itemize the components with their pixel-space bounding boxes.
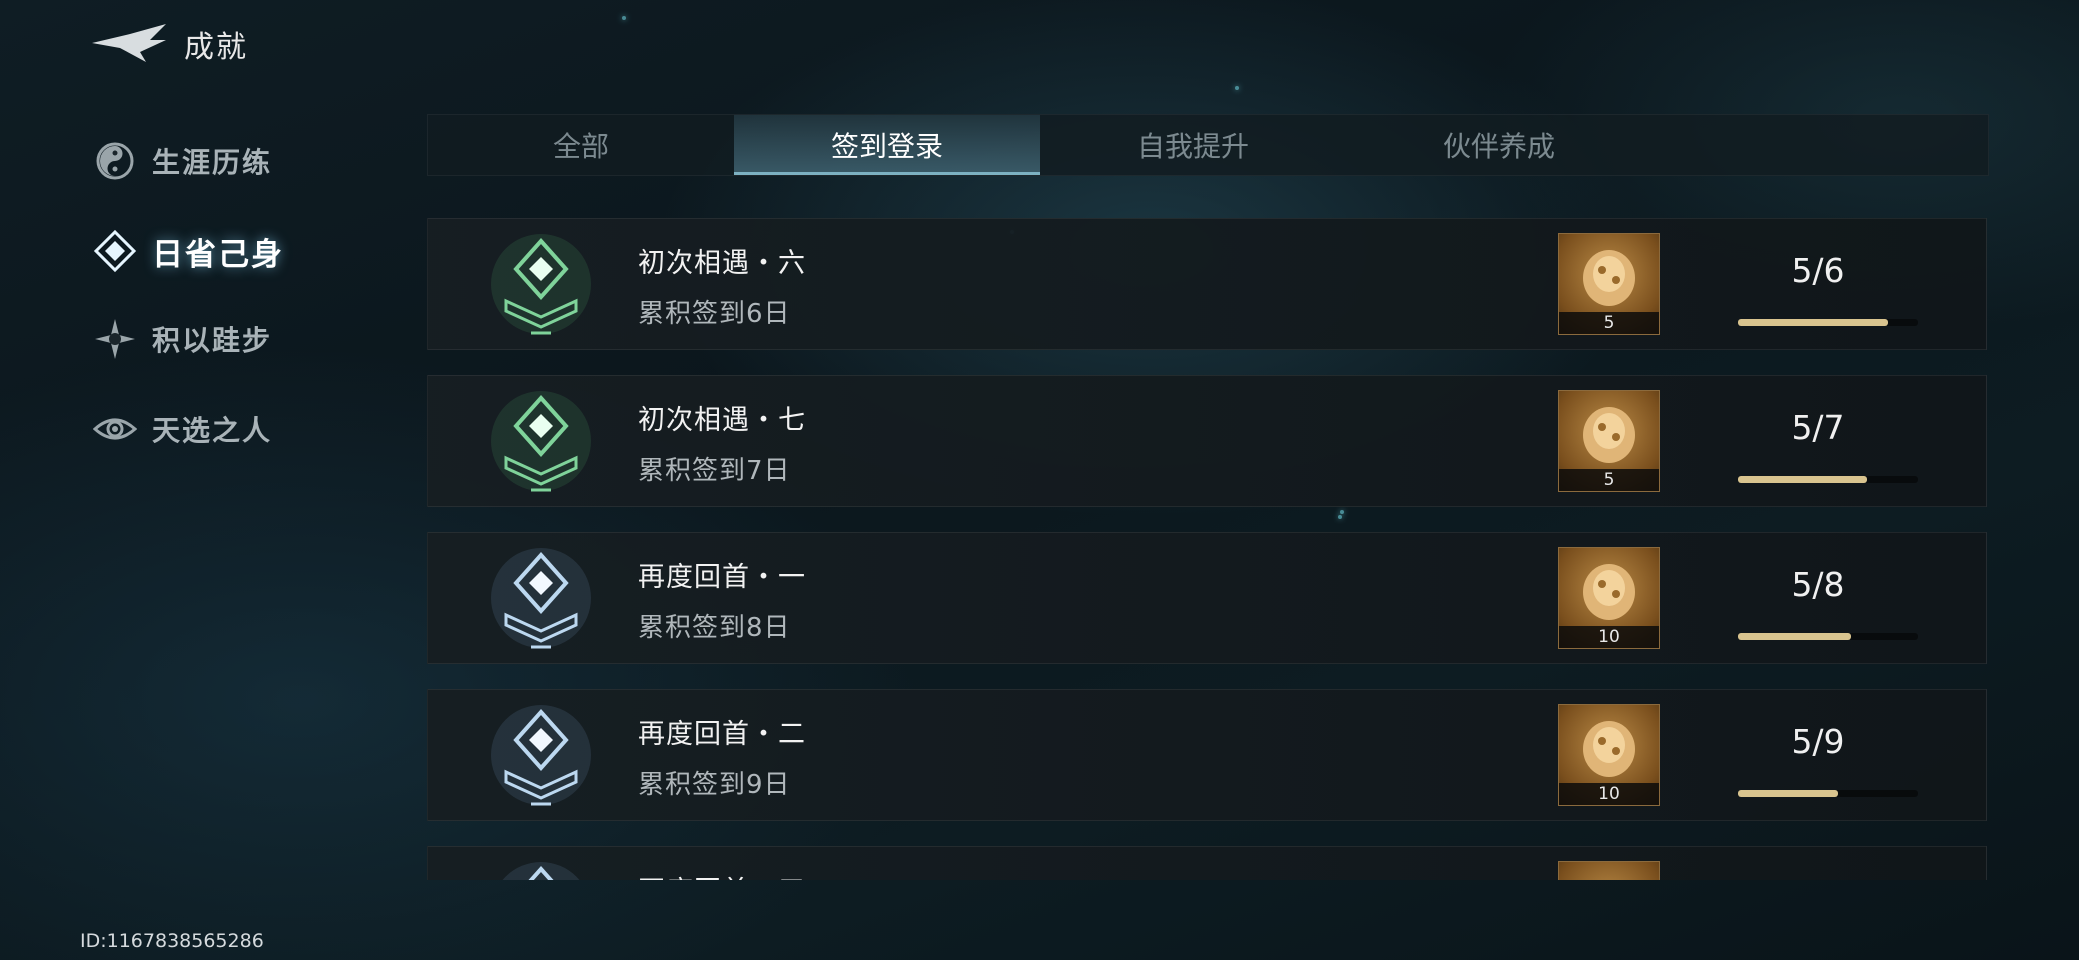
sidebar-item-label: 日省己身	[152, 236, 284, 273]
achievement-card: 再度回首・三	[427, 846, 1987, 880]
progress-fill	[1738, 476, 1867, 483]
star-compass-icon	[92, 316, 138, 362]
sidebar-item-label: 积以跬步	[152, 324, 273, 357]
achievement-card: 初次相遇・七 累积签到7日 5 5/7	[427, 375, 1987, 507]
progress-bar	[1738, 476, 1918, 483]
achievement-badge-icon	[486, 229, 596, 339]
achievement-description: 累积签到9日	[638, 770, 791, 800]
reward-orb-icon	[1583, 721, 1635, 777]
reward-item[interactable]	[1558, 861, 1660, 880]
sidebar-item-label: 生涯历练	[152, 146, 273, 179]
back-button[interactable]	[90, 22, 172, 64]
sidebar-item-chosen[interactable]: 天选之人	[92, 404, 272, 454]
user-id: ID:1167838565286	[80, 930, 264, 952]
progress-bar	[1738, 319, 1918, 326]
background-sparkle	[1235, 86, 1239, 90]
reward-count: 5	[1559, 312, 1659, 334]
reward-item[interactable]: 5	[1558, 390, 1660, 492]
progress-bar	[1738, 633, 1918, 640]
achievement-title: 再度回首・一	[638, 562, 806, 593]
reward-count: 10	[1559, 783, 1659, 805]
achievement-description: 累积签到7日	[638, 456, 791, 486]
reward-count: 5	[1559, 469, 1659, 491]
reward-orb-icon	[1583, 250, 1635, 306]
reward-item[interactable]: 5	[1558, 233, 1660, 335]
progress-fill	[1738, 790, 1839, 797]
sidebar-item-career[interactable]: 生涯历练	[92, 136, 272, 186]
achievement-badge-icon	[486, 857, 596, 880]
page-title: 成就	[184, 30, 248, 65]
tab-all[interactable]: 全部	[428, 115, 734, 175]
yin-yang-icon	[92, 138, 138, 184]
sidebar-item-steps[interactable]: 积以跬步	[92, 314, 272, 364]
achievement-list[interactable]: 初次相遇・六 累积签到6日 5 5/6 初次相遇・七 累积签到7日 5 5/7 …	[427, 218, 1987, 880]
achievement-card: 再度回首・一 累积签到8日 10 5/8	[427, 532, 1987, 664]
reward-orb-icon	[1583, 407, 1635, 463]
progress-bar	[1738, 790, 1918, 797]
category-tabs: 全部 签到登录 自我提升 伙伴养成	[427, 114, 1989, 176]
achievement-badge-icon	[486, 700, 596, 810]
reward-item[interactable]: 10	[1558, 547, 1660, 649]
progress-text: 5/9	[1791, 722, 1845, 761]
achievement-card: 初次相遇・六 累积签到6日 5 5/6	[427, 218, 1987, 350]
progress-fill	[1738, 633, 1851, 640]
tab-sign-in[interactable]: 签到登录	[734, 115, 1040, 175]
achievement-title: 初次相遇・六	[638, 248, 806, 279]
achievement-card: 再度回首・二 累积签到9日 10 5/9	[427, 689, 1987, 821]
achievement-badge-icon	[486, 386, 596, 496]
achievement-title: 再度回首・三	[638, 869, 806, 880]
reward-count: 10	[1559, 626, 1659, 648]
sidebar-item-daily[interactable]: 日省己身	[92, 226, 284, 276]
achievement-description: 累积签到6日	[638, 299, 791, 329]
progress-text: 5/8	[1791, 565, 1845, 604]
diamond-icon	[92, 228, 138, 274]
tab-partner[interactable]: 伙伴养成	[1346, 115, 1652, 175]
back-arrow-icon	[92, 24, 166, 62]
tab-self-improve[interactable]: 自我提升	[1040, 115, 1346, 175]
achievement-title: 初次相遇・七	[638, 405, 806, 436]
reward-orb-icon	[1583, 564, 1635, 620]
sidebar-item-label: 天选之人	[152, 414, 273, 447]
reward-item[interactable]: 10	[1558, 704, 1660, 806]
background-sparkle	[622, 16, 626, 20]
progress-fill	[1738, 319, 1888, 326]
achievement-title: 再度回首・二	[638, 719, 806, 750]
achievement-description: 累积签到8日	[638, 613, 791, 643]
progress-text: 5/7	[1791, 408, 1845, 447]
progress-text: 5/6	[1791, 251, 1845, 290]
eye-icon	[92, 406, 138, 452]
achievement-badge-icon	[486, 543, 596, 653]
